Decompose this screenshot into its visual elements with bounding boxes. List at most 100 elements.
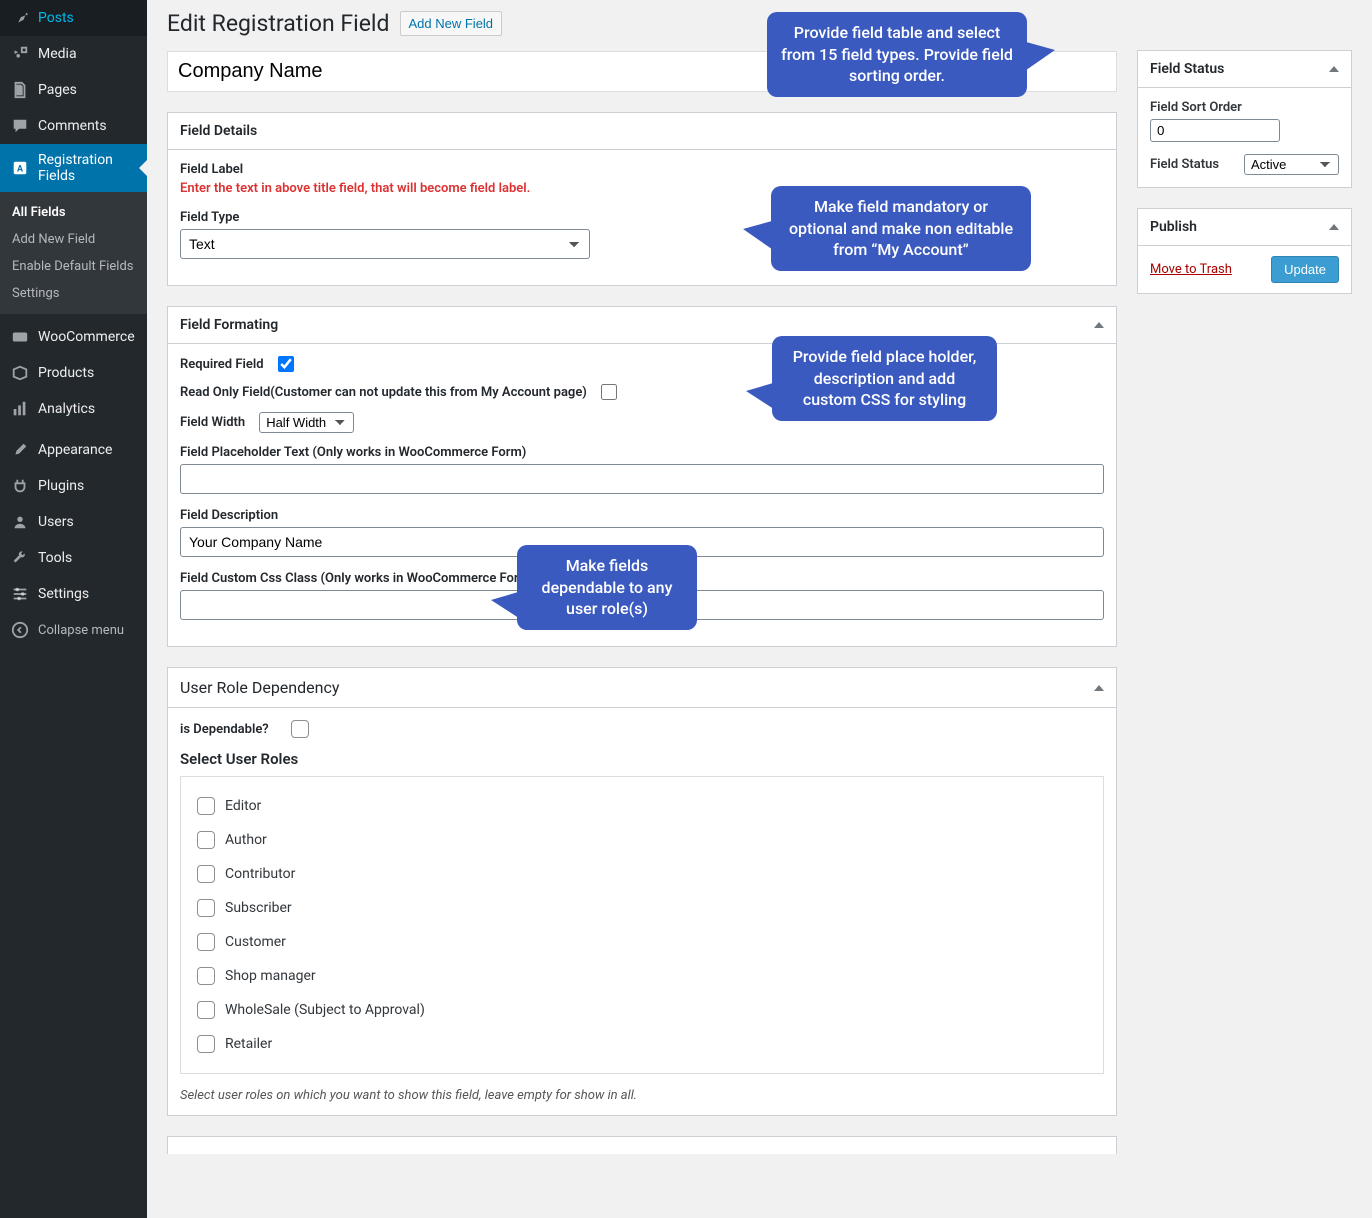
add-new-field-button[interactable]: Add New Field bbox=[400, 11, 503, 36]
field-label-help: Enter the text in above title field, tha… bbox=[180, 181, 530, 196]
box-icon bbox=[10, 363, 30, 383]
menu-settings[interactable]: Settings bbox=[0, 576, 147, 612]
admin-sidebar: Posts Media Pages Comments A Registratio… bbox=[0, 0, 147, 1218]
field-status-box: Field Status Field Sort Order Field Stat… bbox=[1137, 50, 1352, 188]
menu-plugins[interactable]: Plugins bbox=[0, 468, 147, 504]
roles-hint: Select user roles on which you want to s… bbox=[180, 1088, 1104, 1103]
role-checkbox[interactable] bbox=[197, 899, 215, 917]
menu-comments[interactable]: Comments bbox=[0, 108, 147, 144]
plug-icon bbox=[10, 476, 30, 496]
wrench-icon bbox=[10, 548, 30, 568]
role-label: Contributor bbox=[225, 866, 295, 882]
box-heading: User Role Dependency bbox=[180, 678, 339, 697]
role-item: Author bbox=[197, 831, 1087, 849]
role-checkbox[interactable] bbox=[197, 797, 215, 815]
field-type-select[interactable]: Text bbox=[180, 229, 590, 259]
menu-label: Analytics bbox=[38, 401, 95, 417]
callout-placeholder: Provide field place holder, description … bbox=[772, 336, 997, 421]
toggle-icon[interactable] bbox=[1094, 685, 1104, 691]
collapse-icon bbox=[10, 620, 30, 640]
submenu-enable-default[interactable]: Enable Default Fields bbox=[0, 253, 147, 280]
readonly-checkbox[interactable] bbox=[601, 384, 617, 400]
role-item: Editor bbox=[197, 797, 1087, 815]
role-item: Shop manager bbox=[197, 967, 1087, 985]
media-icon bbox=[10, 44, 30, 64]
chart-icon bbox=[10, 399, 30, 419]
menu-analytics[interactable]: Analytics bbox=[0, 391, 147, 427]
role-checkbox[interactable] bbox=[197, 1001, 215, 1019]
width-label: Field Width bbox=[180, 415, 245, 430]
menu-registration-fields[interactable]: A Registration Fields bbox=[0, 144, 147, 192]
toggle-icon[interactable] bbox=[1329, 66, 1339, 72]
toggle-icon[interactable] bbox=[1094, 322, 1104, 328]
field-status-select[interactable]: Active bbox=[1244, 154, 1339, 175]
menu-media[interactable]: Media bbox=[0, 36, 147, 72]
toggle-icon[interactable] bbox=[1329, 224, 1339, 230]
svg-text:A: A bbox=[17, 165, 24, 175]
placeholder-label: Field Placeholder Text (Only works in Wo… bbox=[180, 445, 1104, 460]
pages-icon bbox=[10, 80, 30, 100]
role-label: Editor bbox=[225, 798, 261, 814]
menu-woocommerce[interactable]: WooCommerce bbox=[0, 319, 147, 355]
sort-order-label: Field Sort Order bbox=[1150, 100, 1339, 115]
dependable-checkbox[interactable] bbox=[291, 720, 309, 738]
role-item: Retailer bbox=[197, 1035, 1087, 1053]
required-label: Required Field bbox=[180, 357, 264, 372]
user-role-dependency-box: User Role Dependency is Dependable? Sele… bbox=[167, 667, 1117, 1116]
main-content: Edit Registration Field Add New Field Fi… bbox=[147, 0, 1372, 1214]
menu-users[interactable]: Users bbox=[0, 504, 147, 540]
menu-posts[interactable]: Posts bbox=[0, 0, 147, 36]
box-heading: Publish bbox=[1150, 219, 1197, 235]
select-roles-label: Select User Roles bbox=[180, 750, 1104, 768]
required-checkbox[interactable] bbox=[278, 356, 294, 372]
menu-label: Posts bbox=[38, 10, 74, 26]
role-label: Author bbox=[225, 832, 267, 848]
move-to-trash-link[interactable]: Move to Trash bbox=[1150, 262, 1232, 277]
roles-list: Editor Author Contributor Subscriber Cus… bbox=[180, 776, 1104, 1074]
sort-order-input[interactable] bbox=[1150, 119, 1280, 142]
collapse-label: Collapse menu bbox=[38, 623, 124, 638]
callout-roles: Make fields dependable to any user role(… bbox=[517, 545, 697, 630]
menu-label: Plugins bbox=[38, 478, 84, 494]
submenu-add-new[interactable]: Add New Field bbox=[0, 226, 147, 253]
sliders-icon bbox=[10, 584, 30, 604]
box-heading: Field Status bbox=[1150, 61, 1224, 77]
role-checkbox[interactable] bbox=[197, 933, 215, 951]
submenu-settings[interactable]: Settings bbox=[0, 280, 147, 307]
menu-label: Pages bbox=[38, 82, 77, 98]
collapse-menu[interactable]: Collapse menu bbox=[0, 612, 147, 648]
reg-icon: A bbox=[10, 158, 30, 178]
role-item: Customer bbox=[197, 933, 1087, 951]
menu-appearance[interactable]: Appearance bbox=[0, 432, 147, 468]
menu-tools[interactable]: Tools bbox=[0, 540, 147, 576]
field-width-select[interactable]: Half Width bbox=[259, 412, 354, 433]
role-checkbox[interactable] bbox=[197, 967, 215, 985]
submenu-all-fields[interactable]: All Fields bbox=[0, 199, 147, 226]
next-box-peek bbox=[167, 1136, 1117, 1154]
role-checkbox[interactable] bbox=[197, 1035, 215, 1053]
pin-icon bbox=[10, 8, 30, 28]
role-item: Subscriber bbox=[197, 899, 1087, 917]
menu-label: Registration Fields bbox=[38, 152, 137, 184]
menu-label: Comments bbox=[38, 118, 107, 134]
role-label: Subscriber bbox=[225, 900, 292, 916]
role-checkbox[interactable] bbox=[197, 865, 215, 883]
placeholder-input[interactable] bbox=[180, 464, 1104, 494]
menu-label: Tools bbox=[38, 550, 72, 566]
box-heading: Field Details bbox=[180, 123, 257, 139]
dependable-label: is Dependable? bbox=[180, 722, 269, 737]
publish-box: Publish Move to Trash Update bbox=[1137, 208, 1352, 294]
callout-field-table: Provide field table and select from 15 f… bbox=[767, 12, 1027, 97]
brush-icon bbox=[10, 440, 30, 460]
role-checkbox[interactable] bbox=[197, 831, 215, 849]
menu-pages[interactable]: Pages bbox=[0, 72, 147, 108]
submenu: All Fields Add New Field Enable Default … bbox=[0, 192, 147, 314]
field-status-label: Field Status bbox=[1150, 157, 1219, 172]
page-title: Edit Registration Field bbox=[167, 10, 390, 37]
update-button[interactable]: Update bbox=[1271, 256, 1339, 283]
role-label: WholeSale (Subject to Approval) bbox=[225, 1002, 425, 1018]
menu-products[interactable]: Products bbox=[0, 355, 147, 391]
menu-label: Users bbox=[38, 514, 74, 530]
menu-label: Products bbox=[38, 365, 94, 381]
menu-label: Settings bbox=[38, 586, 89, 602]
